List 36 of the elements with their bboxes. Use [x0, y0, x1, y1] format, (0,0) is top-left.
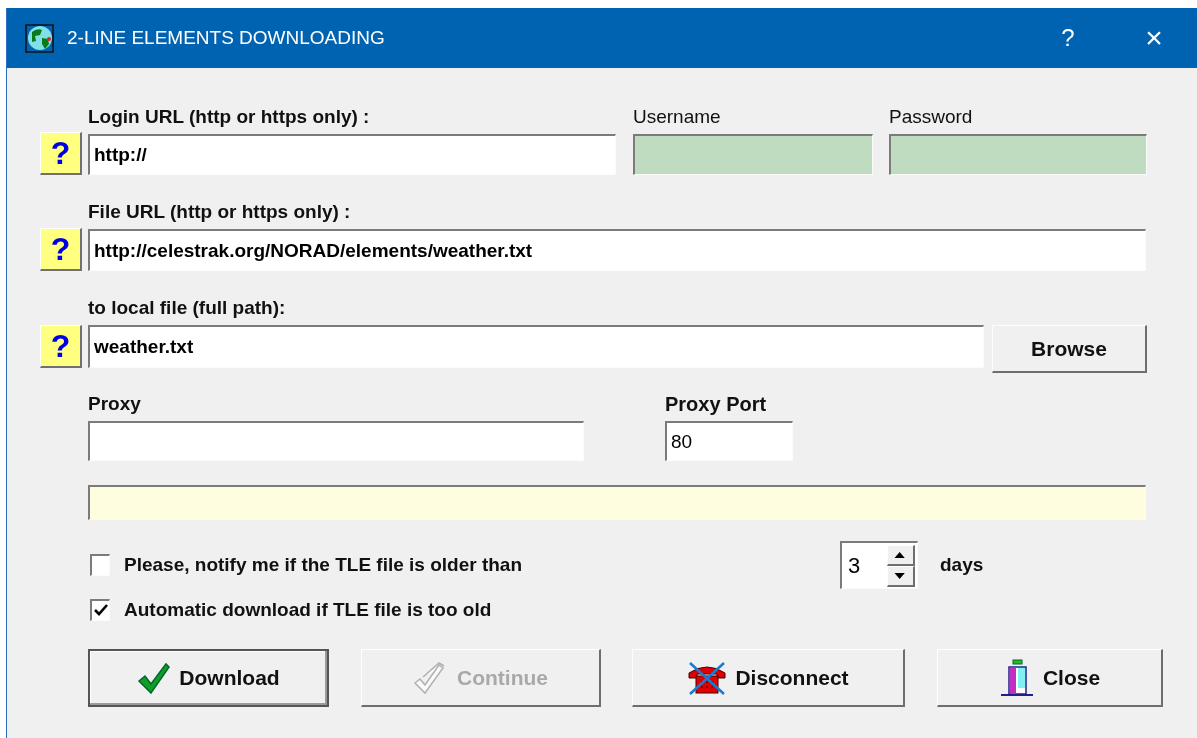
field-label: File URL (http or https only) : — [88, 201, 352, 223]
browse-button[interactable]: Browse — [992, 325, 1147, 373]
password-field[interactable] — [889, 134, 1147, 175]
close-button[interactable]: × — [1111, 23, 1197, 53]
file-url-field[interactable]: http://celestrak.org/NORAD/elements/weather.txt — [88, 229, 1146, 271]
checkbox-label: Automatic download if TLE file is too old — [124, 599, 492, 621]
globe-icon — [25, 23, 55, 53]
spin-up-button[interactable] — [887, 544, 915, 566]
field-label: to local file (full path): — [88, 297, 287, 319]
username-field[interactable] — [633, 134, 873, 175]
window-title: 2-LINE ELEMENTS DOWNLOADING — [67, 27, 386, 49]
spin-field[interactable]: 3 — [840, 541, 918, 589]
disconnect-button[interactable]: Disconnect — [632, 649, 905, 707]
checkbox[interactable] — [90, 554, 110, 576]
help-button[interactable]: ? — [40, 228, 82, 271]
field-label: Proxy — [88, 393, 142, 415]
crossed-phone-icon — [687, 660, 728, 695]
proxy-field[interactable] — [88, 421, 584, 461]
field-label: Username — [633, 106, 722, 128]
doorway-icon — [998, 658, 1035, 697]
help-button[interactable]: ? — [40, 325, 82, 368]
local-file-field[interactable]: weather.txt — [88, 325, 984, 368]
spin-down-button[interactable] — [887, 565, 915, 587]
field-label: Login URL (http or https only) : — [88, 106, 371, 128]
field-label: Proxy Port — [665, 393, 768, 415]
proxy-port-field[interactable]: 80 — [665, 421, 793, 461]
checkbox-label: Please, notify me if the TLE file is older than — [124, 554, 523, 576]
help-button[interactable]: ? — [1025, 23, 1111, 53]
field-label: Password — [889, 106, 974, 128]
checkmark-icon — [137, 662, 172, 694]
login-url-field[interactable]: http:// — [88, 134, 616, 175]
checkbox[interactable] — [90, 599, 110, 621]
unit-label: days — [940, 554, 984, 575]
help-button[interactable]: ? — [40, 132, 82, 175]
download-button[interactable]: Download — [88, 649, 329, 707]
close-button[interactable]: Close — [937, 649, 1163, 707]
